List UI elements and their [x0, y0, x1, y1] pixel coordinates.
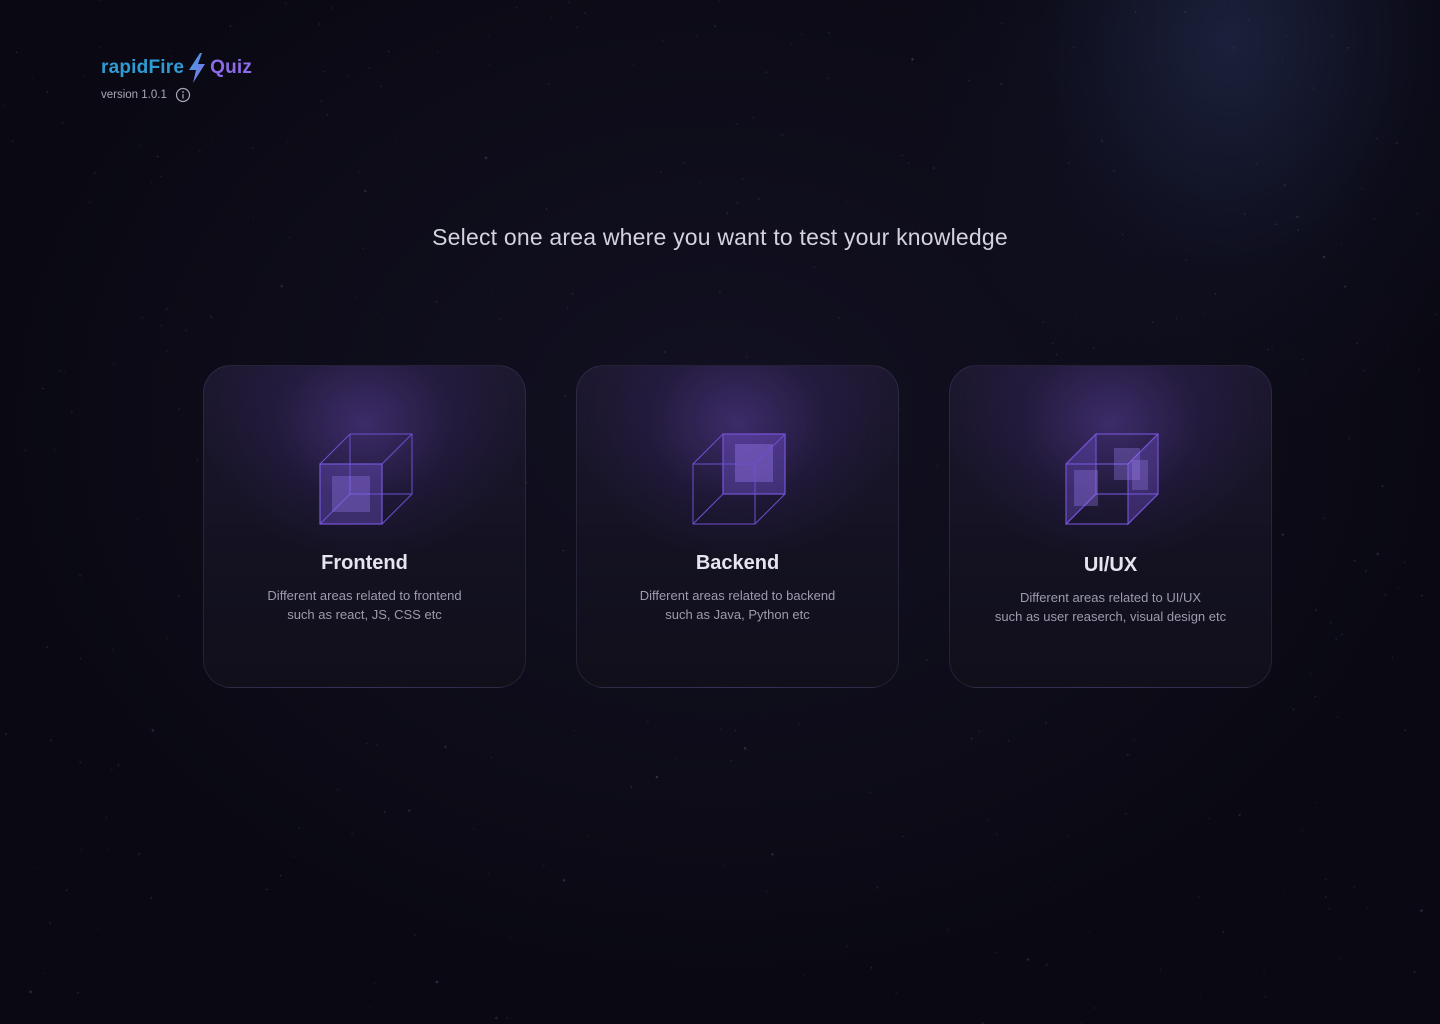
logo-text-rapidfire: rapidFire — [101, 57, 185, 78]
card-description-line-1: Different areas related to frontend — [267, 588, 462, 603]
cube-front-highlight-icon — [319, 433, 413, 525]
card-title: Frontend — [321, 552, 408, 574]
app-logo[interactable]: rapidFire Quiz — [101, 52, 252, 84]
cube-sides-highlight-icon — [1065, 432, 1159, 526]
card-description-line-1: Different areas related to backend — [639, 588, 836, 603]
area-card-backend[interactable]: Backend Different areas related to backe… — [576, 365, 899, 688]
version-label: version 1.0.1 — [101, 89, 167, 101]
cube-back-highlight-icon — [692, 433, 786, 525]
logo-text-quiz: Quiz — [210, 57, 253, 78]
info-icon[interactable] — [175, 87, 191, 103]
area-card-frontend[interactable]: Frontend Different areas related to fron… — [203, 365, 526, 688]
card-description-line-1: Different areas related to UI/UX — [1019, 590, 1202, 605]
page-headline: Select one area where you want to test y… — [432, 224, 1008, 250]
area-card-uiux[interactable]: UI/UX Different areas related to UI/UX s… — [949, 365, 1272, 688]
card-description-line-2: such as react, JS, CSS etc — [287, 607, 442, 622]
app-page: rapidFire Quiz version 1.0.1 Select one … — [0, 0, 1440, 1024]
card-title: Backend — [695, 552, 780, 574]
card-description-line-2: such as Java, Python etc — [665, 607, 810, 622]
card-description: Different areas related to frontend such… — [204, 586, 525, 624]
lightning-bolt-icon — [189, 53, 206, 83]
card-description: Different areas related to UI/UX such as… — [950, 588, 1271, 626]
card-title: UI/UX — [1083, 554, 1138, 576]
version-row: version 1.0.1 — [101, 87, 191, 103]
card-description: Different areas related to backend such … — [577, 586, 898, 624]
card-description-line-2: such as user reaserch, visual design etc — [994, 609, 1227, 624]
